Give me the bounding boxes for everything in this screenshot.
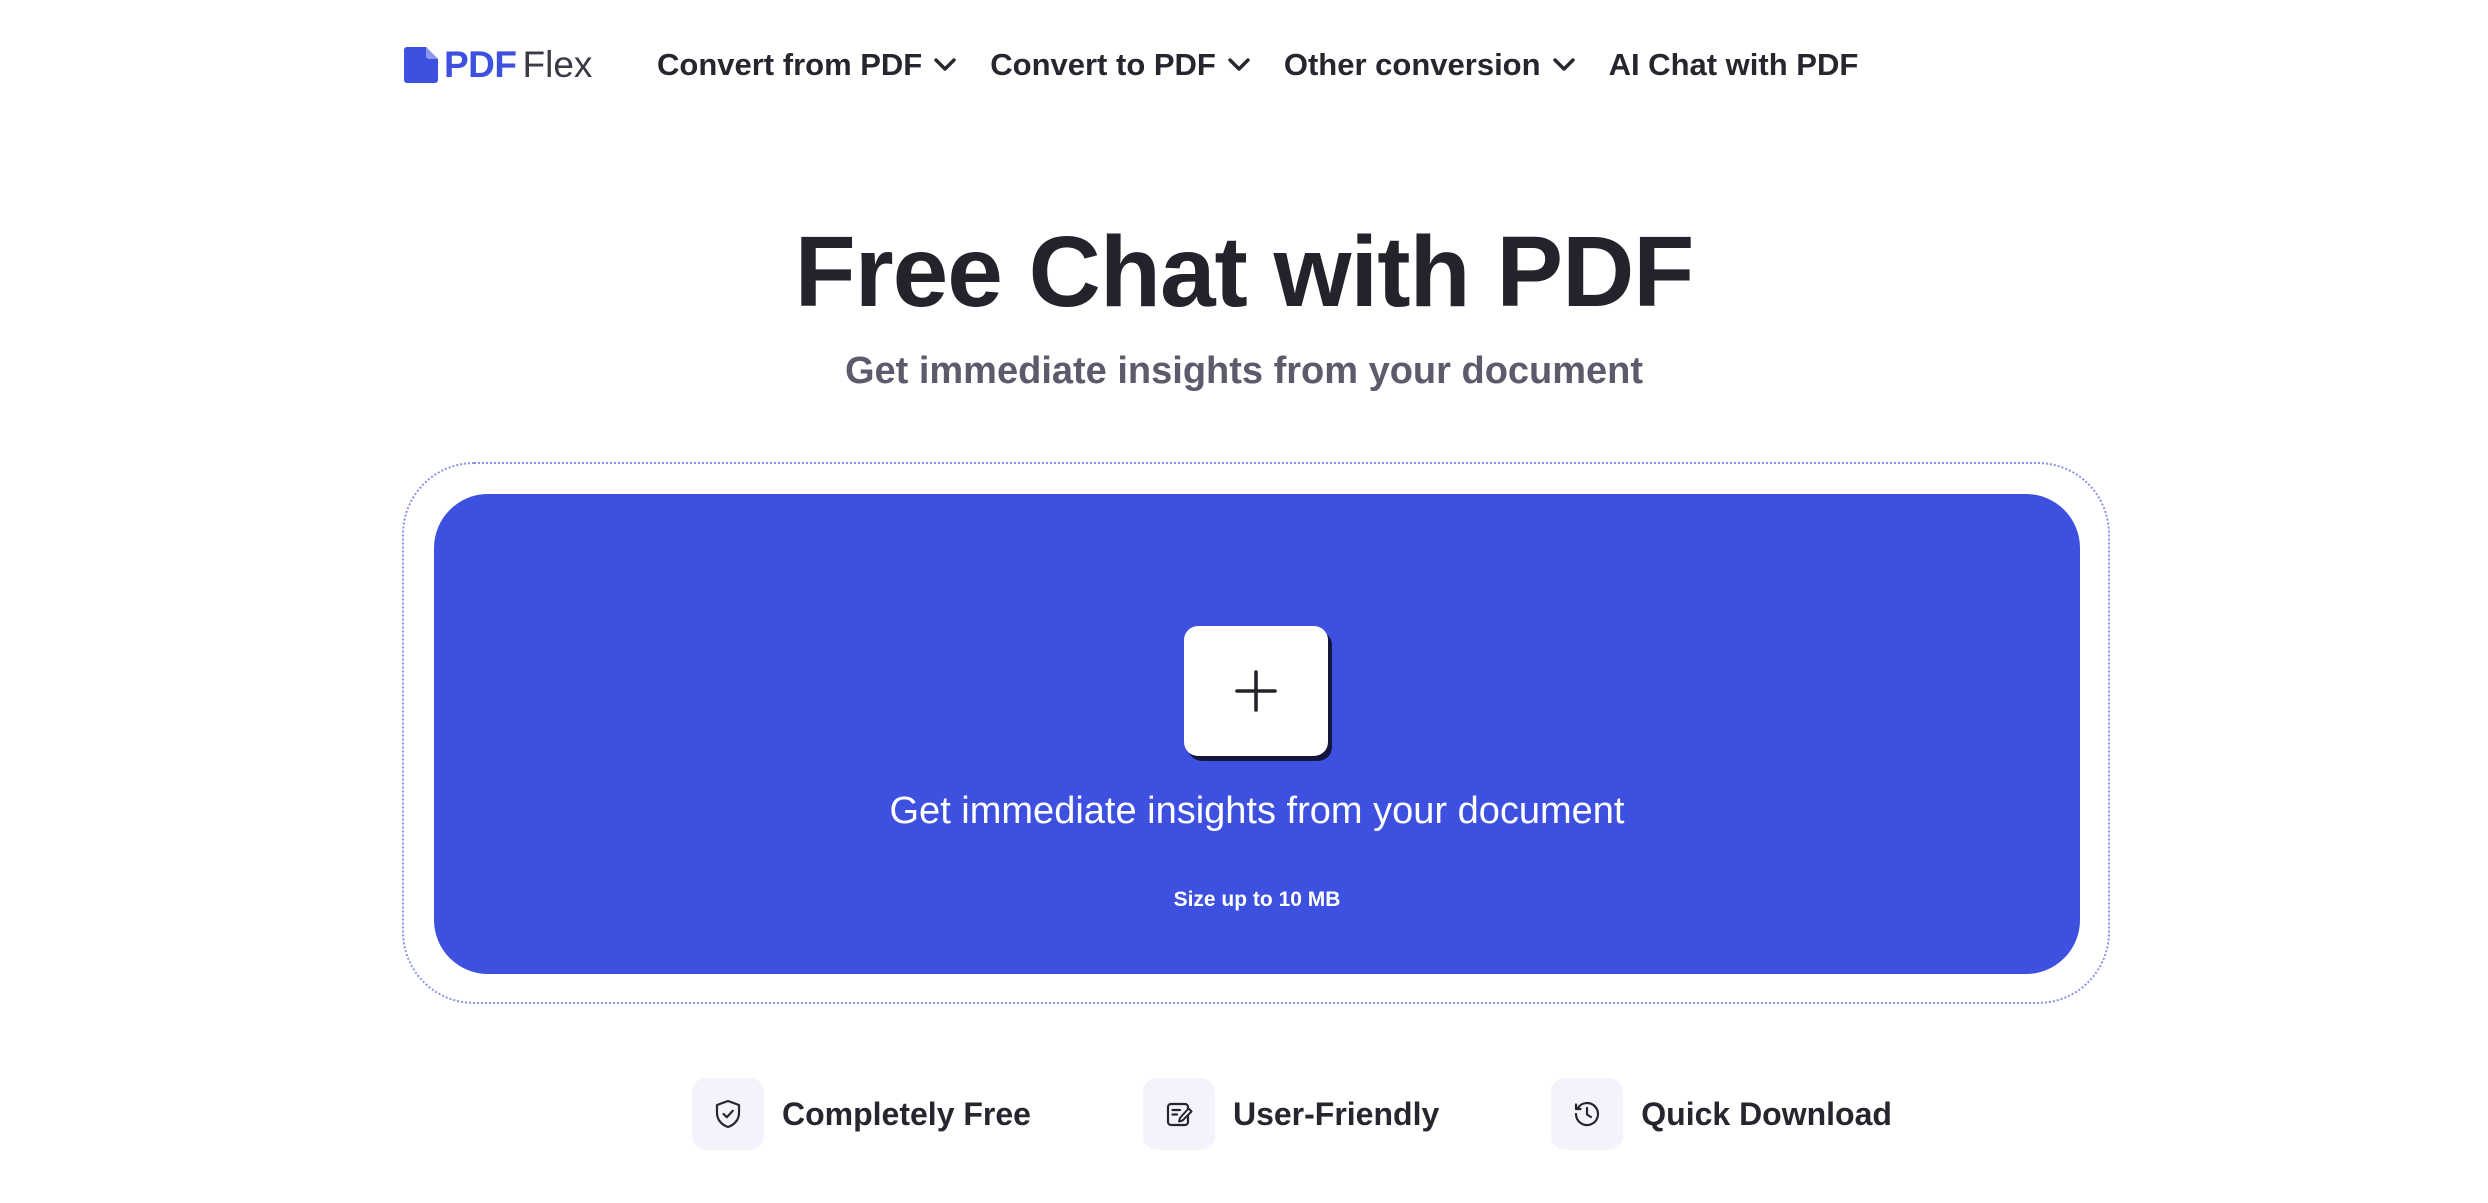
shield-check-icon bbox=[715, 1099, 741, 1129]
chevron-down-icon bbox=[1552, 58, 1575, 71]
feature-label: User-Friendly bbox=[1232, 1095, 1440, 1132]
upload-size-limit: Size up to 10 MB bbox=[1173, 888, 1341, 911]
plus-icon bbox=[1235, 670, 1277, 712]
edit-icon bbox=[1166, 1102, 1193, 1127]
nav-convert-to-pdf[interactable]: Convert to PDF bbox=[990, 47, 1250, 83]
nav-label: Other conversion bbox=[1283, 47, 1541, 82]
document-logo-icon bbox=[404, 47, 438, 83]
chevron-down-icon bbox=[934, 58, 956, 71]
nav-other-conversion[interactable]: Other conversion bbox=[1284, 47, 1575, 83]
nav-label: Convert to PDF bbox=[990, 47, 1216, 82]
upload-instructions: Get immediate insights from your documen… bbox=[889, 790, 1625, 832]
logo[interactable]: PDF Flex bbox=[404, 42, 592, 88]
logo-text-flex: Flex bbox=[522, 44, 593, 85]
feature-icon-box bbox=[1142, 1078, 1215, 1150]
history-icon bbox=[1575, 1101, 1600, 1127]
page-subtitle: Get immediate insights from your documen… bbox=[844, 350, 1644, 392]
site-header: PDF Flex Convert from PDF Convert to PDF… bbox=[0, 0, 2488, 130]
upload-dropzone[interactable]: Get immediate insights from your documen… bbox=[434, 494, 2080, 974]
feature-label: Quick Download bbox=[1641, 1095, 1892, 1132]
upload-button[interactable] bbox=[1184, 626, 1328, 756]
chevron-down-icon bbox=[1228, 58, 1250, 71]
feature-icon-box bbox=[1551, 1078, 1624, 1150]
nav-ai-chat-with-pdf[interactable]: AI Chat with PDF bbox=[1609, 47, 1859, 83]
feature-quick-download: Quick Download bbox=[1551, 1078, 1892, 1150]
page-title: Free Chat with PDF bbox=[794, 216, 1695, 328]
nav-label: AI Chat with PDF bbox=[1608, 47, 1859, 82]
nav-convert-from-pdf[interactable]: Convert from PDF bbox=[657, 47, 956, 83]
features-row: Completely Free User-Friendly Quick Down… bbox=[692, 1078, 1892, 1150]
logo-text-pdf: PDF bbox=[444, 44, 517, 85]
main-nav: Convert from PDF Convert to PDF Other co… bbox=[657, 44, 1858, 86]
feature-user-friendly: User-Friendly bbox=[1142, 1078, 1440, 1150]
feature-completely-free: Completely Free bbox=[692, 1078, 1031, 1150]
nav-label: Convert from PDF bbox=[657, 47, 923, 82]
feature-icon-box bbox=[692, 1078, 764, 1150]
feature-label: Completely Free bbox=[782, 1095, 1031, 1132]
